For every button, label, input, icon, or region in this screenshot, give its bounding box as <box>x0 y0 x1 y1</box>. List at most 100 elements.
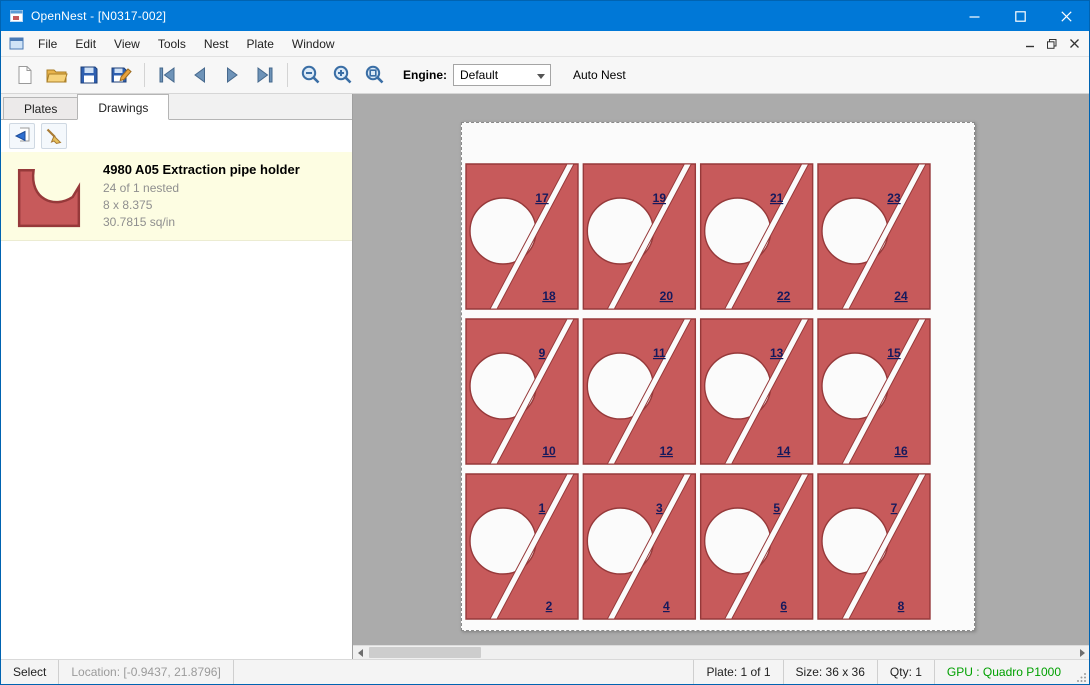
h-scroll-track[interactable] <box>367 646 1075 659</box>
part-number: 13 <box>770 346 784 360</box>
sidebar: Plates Drawings <box>1 94 353 659</box>
nest-pair[interactable]: 1112 <box>583 319 695 464</box>
menu-view[interactable]: View <box>105 32 149 56</box>
mdi-restore-icon <box>1047 39 1057 49</box>
mdi-document-icon[interactable] <box>9 37 25 51</box>
nest-pair[interactable]: 23 24 <box>818 164 930 309</box>
menu-plate[interactable]: Plate <box>238 32 283 56</box>
mdi-close-icon <box>1070 39 1079 48</box>
zoom-fit-button[interactable] <box>359 60 391 90</box>
part-number: 23 <box>887 191 901 205</box>
menu-tools[interactable]: Tools <box>149 32 195 56</box>
part-number: 7 <box>891 501 898 515</box>
status-qty: Qty: 1 <box>877 660 934 684</box>
status-mode: Select <box>1 660 59 684</box>
part-number: 20 <box>660 289 674 303</box>
mdi-close-button[interactable] <box>1063 34 1085 54</box>
maximize-button[interactable] <box>997 1 1043 31</box>
menu-file[interactable]: File <box>29 32 66 56</box>
main-toolbar: Engine: Default Auto Nest <box>1 57 1089 94</box>
drawing-nested-count: 24 of 1 nested <box>103 180 300 197</box>
separator <box>144 63 145 87</box>
content-area: Plates Drawings <box>1 94 1089 659</box>
close-icon <box>1061 11 1072 22</box>
nest-pair[interactable]: 1516 <box>818 319 930 464</box>
nest-pair[interactable]: 78 <box>818 474 930 619</box>
h-scrollbar[interactable] <box>353 645 1089 659</box>
zoom-in-icon <box>332 64 354 86</box>
drawing-title: 4980 A05 Extraction pipe holder <box>103 161 300 178</box>
menu-window[interactable]: Window <box>283 32 344 56</box>
drawing-list-item[interactable]: 4980 A05 Extraction pipe holder 24 of 1 … <box>1 152 352 241</box>
zoom-fit-icon <box>364 64 386 86</box>
tab-drawings[interactable]: Drawings <box>77 94 169 120</box>
mdi-restore-button[interactable] <box>1041 34 1063 54</box>
auto-nest-button[interactable]: Auto Nest <box>565 63 634 87</box>
previous-plate-button[interactable] <box>184 60 216 90</box>
last-plate-button[interactable] <box>248 60 280 90</box>
cleanup-button[interactable] <box>41 123 67 149</box>
h-scroll-thumb[interactable] <box>369 647 481 658</box>
close-button[interactable] <box>1043 1 1089 31</box>
part-number: 17 <box>535 191 549 205</box>
status-size: Size: 36 x 36 <box>783 660 877 684</box>
right-triangle-icon <box>1080 649 1085 657</box>
new-button[interactable] <box>9 60 41 90</box>
nest-pair[interactable]: 56 <box>701 474 813 619</box>
save-button[interactable] <box>73 60 105 90</box>
part-number: 1 <box>539 501 546 515</box>
plate: 171819202122232491011121314151612345678 <box>461 122 975 631</box>
nest-pair[interactable]: 1920 <box>583 164 695 309</box>
part-number: 24 <box>894 289 908 303</box>
zoom-in-button[interactable] <box>327 60 359 90</box>
nest-pair[interactable]: 2122 <box>701 164 813 309</box>
status-location: Location: [-0.9437, 21.8796] <box>59 660 233 684</box>
part-number: 18 <box>542 289 556 303</box>
maximize-icon <box>1015 11 1026 22</box>
part-thumbnail <box>11 160 103 232</box>
nest-pair[interactable]: 12 <box>466 474 578 619</box>
statusbar: Select Location: [-0.9437, 21.8796] Plat… <box>1 659 1089 684</box>
first-plate-button[interactable] <box>152 60 184 90</box>
part-number: 19 <box>653 191 667 205</box>
engine-selected-value: Default <box>460 68 498 82</box>
minimize-button[interactable] <box>951 1 997 31</box>
refresh-drawings-button[interactable] <box>9 123 35 149</box>
resize-grip[interactable] <box>1073 660 1089 684</box>
part-number: 22 <box>777 289 791 303</box>
mdi-minimize-button[interactable] <box>1019 34 1041 54</box>
zoom-out-icon <box>300 64 322 86</box>
zoom-out-button[interactable] <box>295 60 327 90</box>
nest-canvas[interactable]: 171819202122232491011121314151612345678 <box>353 94 1089 659</box>
next-plate-button[interactable] <box>216 60 248 90</box>
menu-nest[interactable]: Nest <box>195 32 238 56</box>
part-number: 5 <box>773 501 780 515</box>
part-number: 12 <box>660 444 674 458</box>
last-arrow-icon <box>253 64 275 86</box>
nest-pair[interactable]: 34 <box>583 474 695 619</box>
part-number: 2 <box>546 599 553 613</box>
nest-pair[interactable]: 1314 <box>701 319 813 464</box>
drawings-toolbar <box>1 120 352 152</box>
save-edit-button[interactable] <box>105 60 137 90</box>
scroll-left-button[interactable] <box>353 646 367 659</box>
nest-pair[interactable]: 910 <box>466 319 578 464</box>
part-number: 8 <box>898 599 905 613</box>
open-button[interactable] <box>41 60 73 90</box>
status-plate: Plate: 1 of 1 <box>693 660 782 684</box>
previous-arrow-icon <box>189 64 211 86</box>
nest-layout: 171819202122232491011121314151612345678 <box>462 123 974 630</box>
first-arrow-icon <box>157 64 179 86</box>
menu-edit[interactable]: Edit <box>66 32 105 56</box>
scroll-right-button[interactable] <box>1075 646 1089 659</box>
save-floppy-icon <box>79 65 99 85</box>
grip-dots-icon <box>1077 672 1087 682</box>
mdi-minimize-icon <box>1026 39 1035 48</box>
left-triangle-icon <box>358 649 363 657</box>
status-gpu: GPU : Quadro P1000 <box>934 660 1073 684</box>
nest-pair[interactable]: 1718 <box>466 164 578 309</box>
app-icon[interactable] <box>9 8 25 24</box>
chevron-down-icon <box>537 74 545 79</box>
tab-plates[interactable]: Plates <box>3 97 78 119</box>
engine-select[interactable]: Default <box>453 64 551 86</box>
